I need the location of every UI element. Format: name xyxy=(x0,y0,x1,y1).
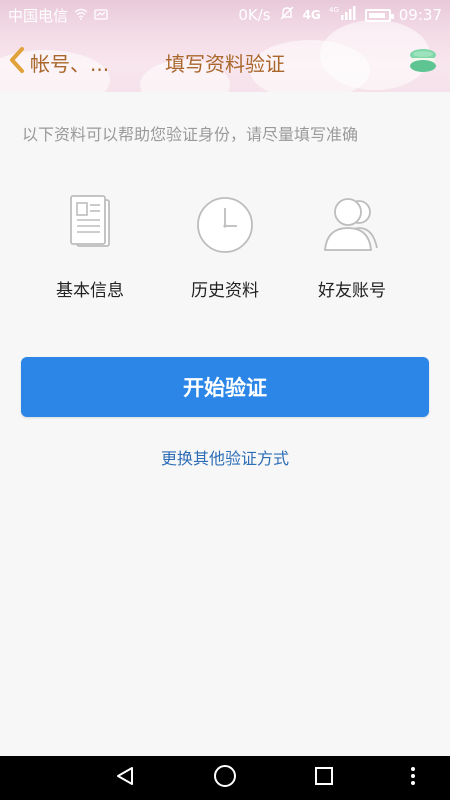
wifi-icon xyxy=(74,8,88,23)
back-label: 帐号、... xyxy=(30,51,110,76)
carrier-label: 中国电信 xyxy=(8,6,69,25)
svg-text:4G: 4G xyxy=(329,6,339,14)
header: 中国电信 0K/s 4G 4G 09:37 帐号、... 填写资料验证 xyxy=(0,0,450,92)
network-speed: 0K/s xyxy=(238,6,271,24)
square-recents-icon xyxy=(313,765,335,791)
notification-icon xyxy=(94,6,108,24)
system-navigation-bar xyxy=(0,756,450,800)
friends-icon xyxy=(317,190,387,260)
more-vertical-icon xyxy=(410,766,416,790)
clock-time: 09:37 xyxy=(398,6,442,24)
option-friend-accounts[interactable]: 好友账号 xyxy=(292,190,412,310)
system-menu-button[interactable] xyxy=(383,756,443,800)
clock-icon xyxy=(190,190,260,260)
system-home-button[interactable] xyxy=(195,756,255,800)
option-label: 基本信息 xyxy=(56,281,124,301)
status-bar: 中国电信 0K/s 4G 4G 09:37 xyxy=(0,0,450,30)
battery-icon xyxy=(364,8,394,22)
option-label: 好友账号 xyxy=(318,281,386,301)
back-button[interactable]: 帐号、... xyxy=(8,42,109,82)
change-verification-method-link[interactable]: 更换其他验证方式 xyxy=(0,445,450,469)
macaron-menu-icon[interactable] xyxy=(408,46,438,76)
system-back-button[interactable] xyxy=(95,756,155,800)
start-verification-button[interactable]: 开始验证 xyxy=(21,357,429,417)
mute-icon xyxy=(279,5,295,25)
signal-icon: 4G xyxy=(329,5,357,25)
network-type: 4G xyxy=(302,8,321,22)
verification-hint: 以下资料可以帮助您验证身份，请尽量填写准确 xyxy=(22,125,359,144)
document-icon xyxy=(55,190,125,260)
system-recents-button[interactable] xyxy=(294,756,354,800)
option-basic-info[interactable]: 基本信息 xyxy=(30,190,150,310)
navigation-bar: 帐号、... 填写资料验证 xyxy=(0,30,450,92)
option-label: 历史资料 xyxy=(191,281,259,301)
option-history-info[interactable]: 历史资料 xyxy=(165,190,285,310)
circle-home-icon xyxy=(213,764,237,792)
chevron-left-icon xyxy=(8,46,26,78)
triangle-back-icon xyxy=(114,765,136,791)
material-options: 基本信息 历史资料 好友账号 xyxy=(30,190,420,310)
